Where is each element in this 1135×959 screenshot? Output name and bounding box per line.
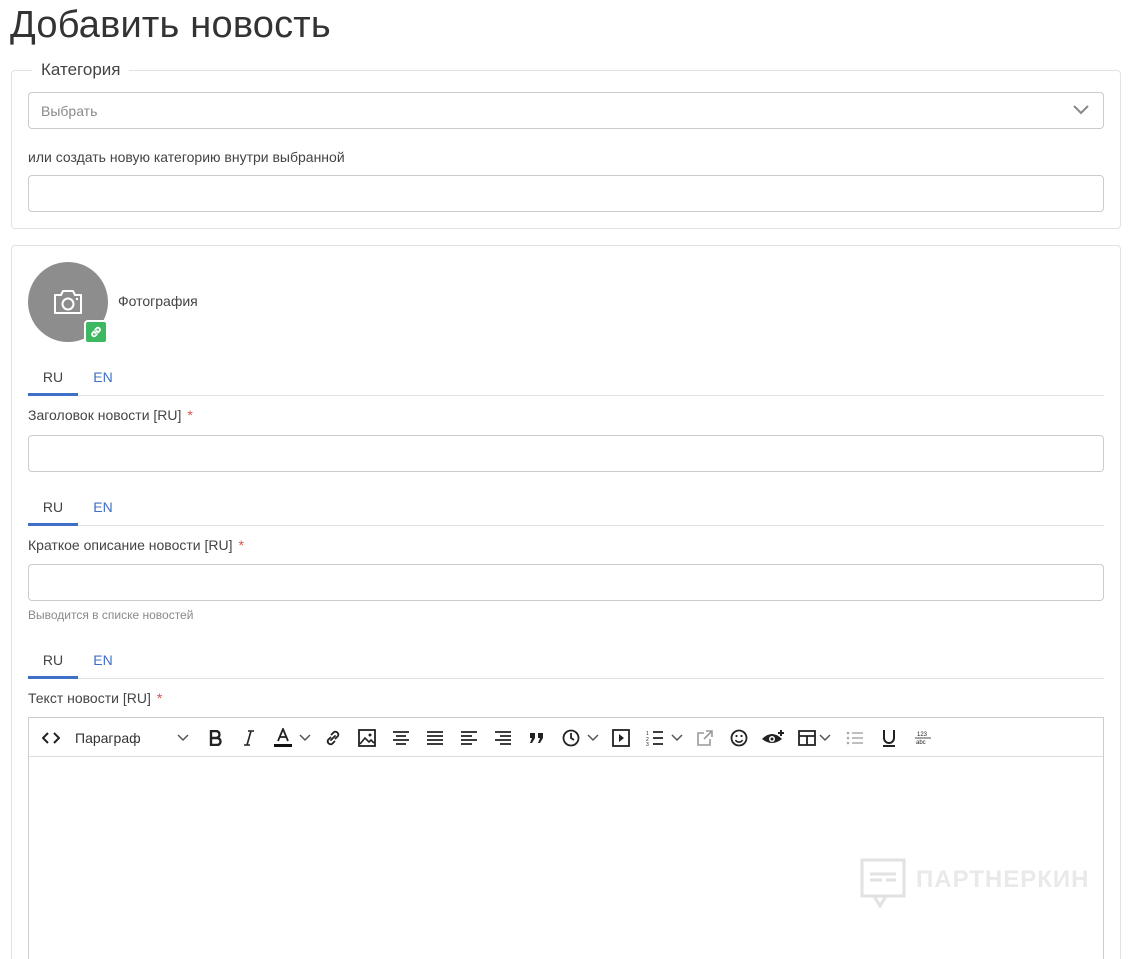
summary-input[interactable] [28,564,1104,601]
align-justify-icon[interactable] [423,726,447,750]
new-category-input[interactable] [28,175,1104,212]
clock-icon[interactable] [559,726,583,750]
lang-tabs-body: RU EN [28,645,1104,679]
category-legend: Категория [32,60,130,80]
title-field-label: Заголовок новости [RU] * [28,407,193,423]
camera-icon [54,290,82,314]
svg-text:3: 3 [646,742,649,746]
tab-en[interactable]: EN [78,492,128,526]
body-field-label: Текст новости [RU] * [28,690,162,706]
lang-tabs-title: RU EN [28,362,1104,396]
partnerkin-logo-icon [860,858,906,908]
bullet-list-icon[interactable] [843,726,867,750]
watermark: ПАРТНЕРКИН [860,858,1090,908]
editor-toolbar: Параграф 1 2 3 123 abc [29,718,1103,757]
bold-icon[interactable] [203,726,227,750]
category-select-value: Выбрать [41,103,98,119]
source-code-icon[interactable] [39,726,63,750]
italic-icon[interactable] [237,726,261,750]
summary-help-text: Выводится в списке новостей [28,608,194,622]
tab-ru[interactable]: RU [28,492,78,526]
align-center-icon[interactable] [389,726,413,750]
required-mark: * [187,407,193,423]
photo-label: Фотография [118,293,198,309]
tab-en[interactable]: EN [78,362,128,396]
chevron-down-icon[interactable] [297,726,313,750]
media-icon[interactable] [609,726,633,750]
rich-text-editor: Параграф 1 2 3 123 abc [28,717,1104,959]
category-select[interactable]: Выбрать [28,92,1104,129]
align-right-icon[interactable] [491,726,515,750]
svg-text:abc: abc [916,740,926,746]
svg-text:123: 123 [917,732,928,738]
chevron-down-icon[interactable] [175,726,191,750]
image-icon[interactable] [355,726,379,750]
body-label-text: Текст новости [RU] [28,690,151,706]
photo-link-button[interactable] [84,320,108,344]
eye-icon[interactable] [759,726,787,750]
external-link-icon[interactable] [693,726,717,750]
chevron-down-icon[interactable] [669,726,685,750]
spellcheck-icon[interactable]: 123 abc [911,726,935,750]
watermark-text: ПАРТНЕРКИН [916,866,1090,893]
chevron-down-icon[interactable] [585,726,601,750]
numbered-list-icon[interactable]: 123 [643,726,667,750]
chevron-down-icon [1073,105,1089,115]
tab-ru[interactable]: RU [28,362,78,396]
link-icon[interactable] [321,726,345,750]
blockquote-icon[interactable] [525,726,549,750]
tab-en[interactable]: EN [78,645,128,679]
underline-icon[interactable] [877,726,901,750]
required-mark: * [156,690,163,706]
required-mark: * [238,537,244,553]
paragraph-format-select[interactable]: Параграф [75,730,141,746]
title-input[interactable] [28,435,1104,472]
emoji-icon[interactable] [727,726,751,750]
title-label-text: Заголовок новости [RU] [28,407,182,423]
chevron-down-icon[interactable] [817,726,833,750]
page-title: Добавить новость [10,4,331,46]
new-category-label: или создать новую категорию внутри выбра… [28,149,345,165]
link-icon [91,326,101,338]
summary-label-text: Краткое описание новости [RU] [28,537,233,553]
lang-tabs-summary: RU EN [28,492,1104,526]
font-color-icon[interactable] [271,726,295,750]
table-icon[interactable] [795,726,819,750]
tab-ru[interactable]: RU [28,645,78,679]
align-left-icon[interactable] [457,726,481,750]
category-fieldset: Категория Выбрать или создать новую кате… [11,60,1121,229]
summary-field-label: Краткое описание новости [RU] * [28,537,244,553]
news-form-card: Фотография RU EN Заголовок новости [RU] *… [11,245,1121,959]
